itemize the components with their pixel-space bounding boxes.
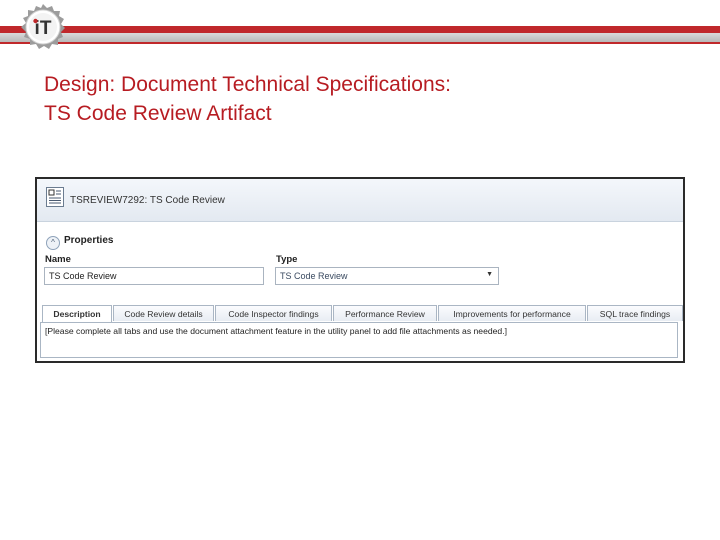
header-red-line [0, 42, 720, 44]
tab-improvements-for-performance[interactable]: Improvements for performance [438, 305, 586, 321]
artifact-title: TSREVIEW7292: TS Code Review [70, 195, 225, 206]
chevron-down-icon: ▼ [486, 271, 493, 278]
tab-sql-trace-findings[interactable]: SQL trace findings [587, 305, 683, 321]
document-icon [46, 187, 64, 207]
header-red-band [0, 26, 720, 33]
slide-title-line-1: Design: Document Technical Specification… [44, 73, 451, 96]
slide-title-line-2: TS Code Review Artifact [44, 102, 272, 125]
artifact-header: TSREVIEW7292: TS Code Review [37, 179, 683, 222]
type-label: Type [276, 254, 298, 265]
header-grey-band [0, 33, 720, 42]
name-input[interactable] [44, 267, 264, 285]
tab-performance-review[interactable]: Performance Review [333, 305, 437, 321]
tab-code-review-details[interactable]: Code Review details [113, 305, 214, 321]
it-logo-icon: iT [21, 4, 65, 49]
type-selected-value: TS Code Review [280, 271, 348, 281]
description-text: [Please complete all tabs and use the do… [45, 326, 507, 336]
type-dropdown[interactable]: TS Code Review ▼ [275, 267, 499, 285]
description-text-area[interactable]: [Please complete all tabs and use the do… [40, 322, 678, 358]
embedded-screenshot: TSREVIEW7292: TS Code Review ^ Propertie… [35, 177, 685, 363]
collapse-properties-button[interactable]: ^ [46, 236, 60, 250]
tab-code-inspector-findings[interactable]: Code Inspector findings [215, 305, 332, 321]
slide-title: Design: Document Technical Specification… [44, 70, 684, 128]
name-label: Name [45, 254, 71, 265]
properties-heading: Properties [64, 235, 114, 246]
tab-description[interactable]: Description [42, 305, 112, 322]
